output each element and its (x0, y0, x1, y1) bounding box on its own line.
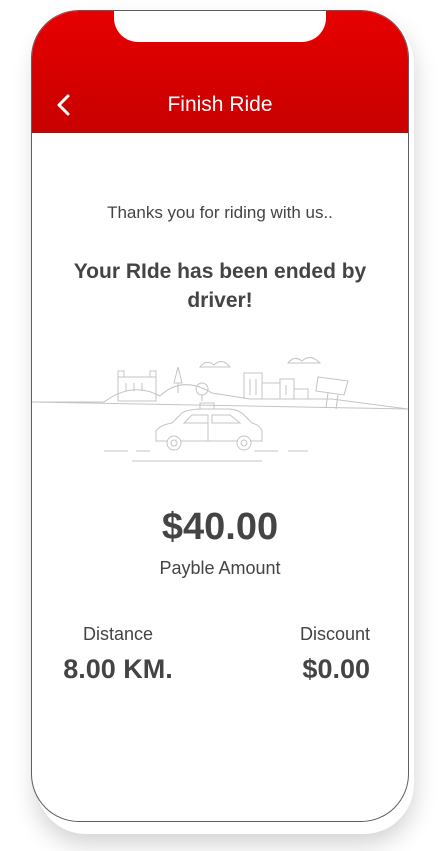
distance-value: 8.00 KM. (63, 654, 173, 684)
city-taxi-illustration (32, 357, 408, 462)
thanks-message: Thanks you for riding with us.. (107, 203, 333, 222)
phone-frame: Finish Ride Thanks you for riding with u… (31, 10, 409, 822)
page-title: Finish Ride (167, 93, 273, 116)
payable-amount: $40.00 (161, 506, 279, 548)
app-header: Finish Ride (32, 11, 408, 133)
phone-notch (114, 11, 326, 42)
discount-label: Discount (299, 624, 370, 644)
distance-label: Distance (82, 624, 154, 644)
payable-amount-label: Payble Amount (159, 558, 281, 578)
discount-value: $0.00 (302, 654, 370, 684)
ride-ended-message: Your RIde has been ended by driver! (73, 260, 367, 312)
